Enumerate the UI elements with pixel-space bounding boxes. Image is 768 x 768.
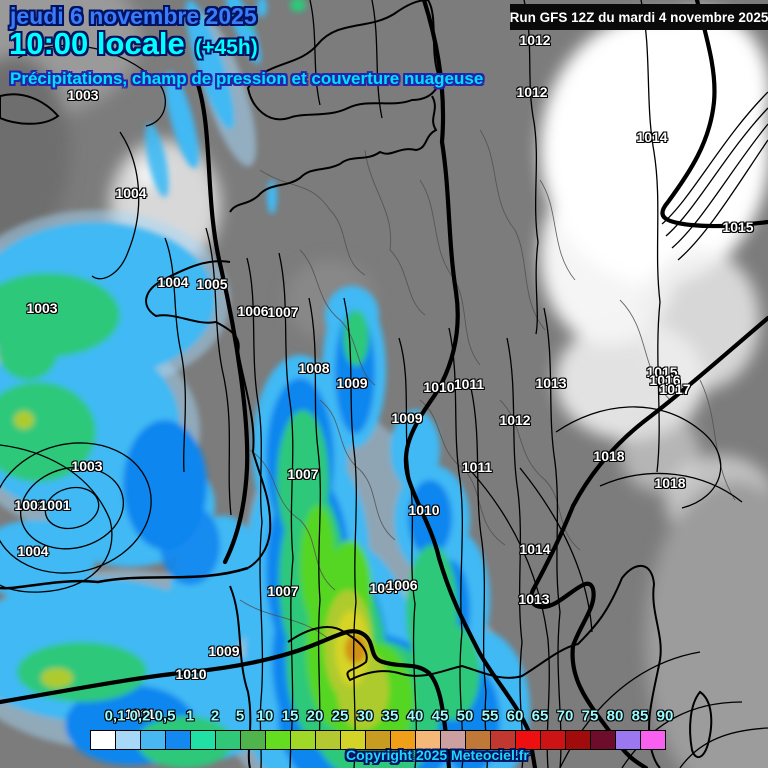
scale-value-label: 30: [356, 707, 374, 725]
pressure-label: 1009: [391, 410, 423, 426]
weather-map-screenshot: 1003 1004 1003 1004 1005 1006 1007 1008 1009 1012…: [0, 0, 768, 768]
scale-value-label: 0,2: [129, 707, 151, 725]
pressure-label: 1005: [196, 276, 228, 292]
scale-color-box: [265, 730, 291, 750]
pressure-label: 1006: [237, 303, 269, 319]
pressure-label: 1004: [157, 274, 189, 290]
scale-value-label: 50: [456, 707, 474, 725]
scale-color-box: [615, 730, 641, 750]
scale-value-label: 35: [381, 707, 399, 725]
pressure-label: 1004: [115, 185, 147, 201]
scale-value-label: 0,5: [154, 707, 176, 725]
pressure-label: 1007: [287, 466, 319, 482]
scale-color-box: [240, 730, 266, 750]
scale-value-label: 10: [256, 707, 274, 725]
pressure-label: 1006: [386, 577, 418, 593]
pressure-label: 1003: [71, 458, 103, 474]
pressure-label: 1001: [39, 497, 71, 513]
pressure-label: 1012: [516, 84, 548, 100]
scale-color-box: [115, 730, 141, 750]
scale-value-label: 70: [556, 707, 574, 725]
run-info-text: Run GFS 12Z du mardi 4 novembre 2025: [509, 9, 768, 25]
pressure-label: 1017: [659, 381, 691, 397]
pressure-label: 1018: [654, 475, 686, 491]
copyright-text: Copyright 2025 Meteociel.fr: [346, 747, 529, 763]
scale-value-label: 0,1: [104, 707, 126, 725]
scale-color-box: [215, 730, 241, 750]
scale-value-label: 55: [481, 707, 499, 725]
scale-value-label: 25: [331, 707, 349, 725]
pressure-label: 1007: [267, 304, 299, 320]
pressure-label: 1010: [408, 502, 440, 518]
pressure-label: 1009: [208, 643, 240, 659]
scale-color-box: [315, 730, 341, 750]
scale-value-label: 90: [656, 707, 674, 725]
pressure-label: 1010: [175, 666, 207, 682]
pressure-label: 1014: [636, 129, 668, 145]
pressure-label: 1003: [26, 300, 58, 316]
pressure-label: 1011: [461, 459, 493, 475]
scale-value-label: 75: [581, 707, 599, 725]
pressure-label: 1007: [267, 583, 299, 599]
scale-color-box: [640, 730, 666, 750]
scale-value-label: 45: [431, 707, 449, 725]
pressure-label: 1015: [722, 219, 754, 235]
pressure-label: 1004: [17, 543, 49, 559]
scale-color-box: [190, 730, 216, 750]
pressure-label: 1003: [67, 87, 99, 103]
scale-value-label: 15: [281, 707, 299, 725]
pressure-label: 1009: [336, 375, 368, 391]
scale-value-label: 20: [306, 707, 324, 725]
scale-color-box: [140, 730, 166, 750]
scale-color-box: [540, 730, 566, 750]
pressure-label: 1013: [535, 375, 567, 391]
scale-value-label: 2: [210, 707, 220, 725]
pressure-label: 1010: [423, 379, 455, 395]
scale-color-box: [165, 730, 191, 750]
pressure-label: 1013: [518, 591, 550, 607]
pressure-label: 1011: [453, 376, 485, 392]
scale-value-label: 40: [406, 707, 424, 725]
scale-value-label: 5: [235, 707, 245, 725]
pressure-label: 1014: [519, 541, 551, 557]
scale-color-box: [290, 730, 316, 750]
pressure-label: 1018: [593, 448, 625, 464]
scale-value-label: 80: [606, 707, 624, 725]
scale-color-box: [590, 730, 616, 750]
scale-value-label: 85: [631, 707, 649, 725]
scale-color-box: [90, 730, 116, 750]
run-info-box: Run GFS 12Z du mardi 4 novembre 2025: [510, 4, 768, 30]
scale-value-label: 1: [185, 707, 195, 725]
scale-value-label: 60: [506, 707, 524, 725]
scale-value-label: 65: [531, 707, 549, 725]
pressure-label: 1012: [499, 412, 531, 428]
pressure-label: 1008: [298, 360, 330, 376]
scale-color-box: [565, 730, 591, 750]
pressure-label: 1012: [519, 32, 551, 48]
